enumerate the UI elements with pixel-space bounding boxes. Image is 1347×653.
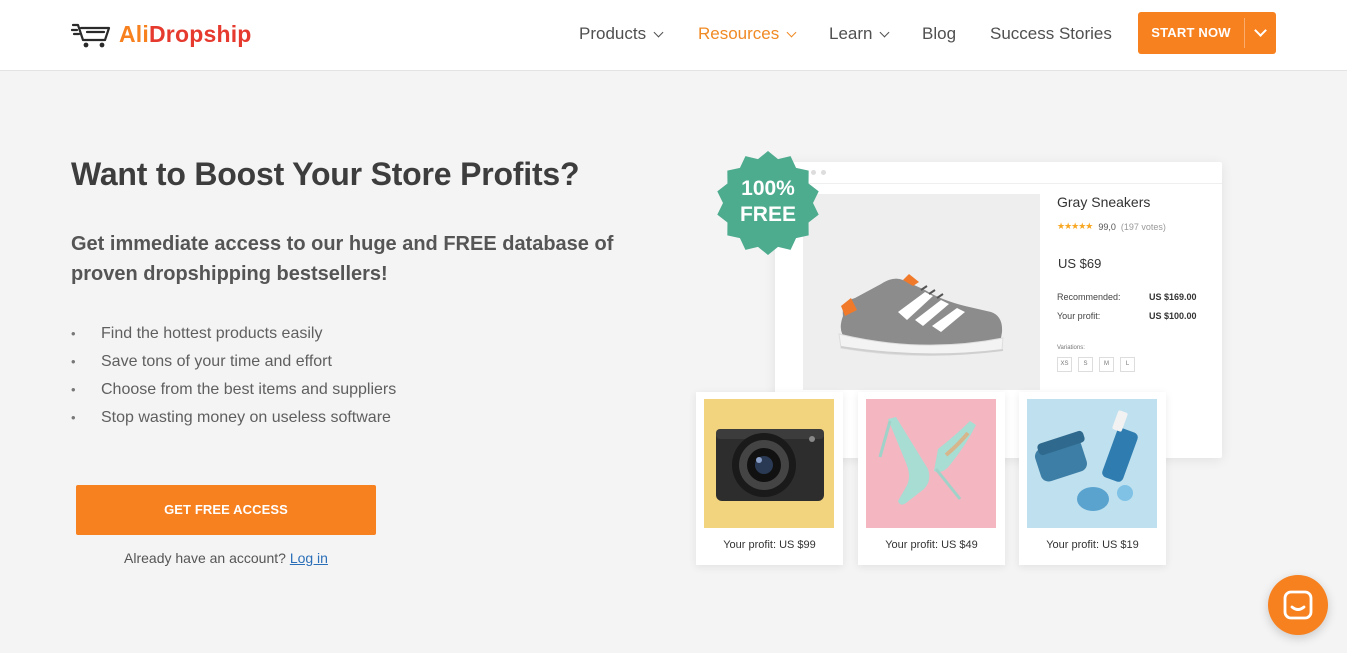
list-item: Find the hottest products easily [71,320,396,348]
profit-caption: Your profit: US $49 [885,539,978,551]
hero-title: Want to Boost Your Store Profits? [71,156,580,192]
cart-logo-icon [71,23,111,48]
rating-votes: (197 votes) [1120,221,1166,232]
heels-image [866,399,996,528]
list-item: Choose from the best items and suppliers [71,376,396,404]
login-prompt: Already have an account? Log in [76,550,376,566]
nav-blog[interactable]: Blog [922,24,956,44]
nav-success-stories[interactable]: Success Stories [990,24,1112,44]
list-item: Stop wasting money on useless software [71,404,396,432]
chevron-down-icon [653,27,664,37]
logo[interactable]: AliDropship [71,19,252,49]
free-badge-text: 100% FREE [716,176,820,228]
badge-line: 100% [741,177,795,200]
nav-label: Products [579,24,647,43]
nav-learn[interactable]: Learn [829,24,890,44]
start-now-button[interactable]: START NOW [1138,12,1276,54]
profit-value: US $100.00 [1149,311,1197,321]
size-option[interactable]: S [1078,357,1093,372]
start-now-label: START NOW [1151,25,1231,40]
chevron-down-icon [1254,24,1267,37]
product-name: Gray Sneakers [1057,194,1151,210]
chat-button[interactable] [1268,575,1328,635]
size-option[interactable]: XS [1057,357,1072,372]
nav-label: Blog [922,24,957,43]
chevron-down-icon [880,27,890,37]
product-price: US $69 [1058,256,1102,271]
badge-line: FREE [739,203,796,226]
product-rating: ★★★★★ 99,0 (197 votes) [1057,221,1166,232]
camera-image [704,399,834,528]
chevron-down-icon [786,27,797,37]
profit-caption: Your profit: US $19 [1046,539,1139,551]
list-item: Save tons of your time and effort [71,348,396,376]
size-option[interactable]: M [1099,357,1114,372]
feature-list: Find the hottest products easily Save to… [71,320,396,432]
window-dot [821,170,826,175]
get-free-access-button[interactable]: GET FREE ACCESS [76,485,376,535]
site-header: AliDropship Products Resources Learn Blo… [0,0,1347,71]
cosmetics-icon [1035,410,1138,511]
nav-label: Learn [829,24,873,43]
recommended-label: Recommended: [1057,292,1121,302]
profit-label: Your profit: [1057,311,1101,321]
camera-icon [716,429,824,501]
nav-products[interactable]: Products [579,24,664,44]
cosmetics-image [1027,399,1157,528]
product-image [803,194,1040,390]
recommended-value: US $169.00 [1149,292,1197,302]
hero-subtitle: Get immediate access to our huge and FRE… [71,233,614,285]
login-prompt-text: Already have an account? [124,550,286,566]
sneaker-icon [838,274,1004,357]
profit-caption: Your profit: US $99 [723,539,816,551]
star-rating-icon: ★★★★★ [1057,221,1093,231]
product-card-cosmetics[interactable]: Your profit: US $19 [1019,392,1166,565]
size-option[interactable]: L [1120,357,1135,372]
chat-icon [1283,590,1313,620]
rating-value: 99,0 [1098,221,1116,232]
login-link[interactable]: Log in [290,550,328,566]
start-now-dropdown[interactable] [1245,12,1276,54]
logo-text: AliDropship [119,20,252,47]
heels-icon [878,417,976,505]
window-topbar [775,162,1222,184]
product-card-camera[interactable]: Your profit: US $99 [696,392,843,565]
nav-resources[interactable]: Resources [698,24,797,44]
variations-label: Variations: [1057,345,1085,351]
size-options: XS S M L [1057,357,1141,372]
nav-label: Resources [698,24,780,43]
product-card-heels[interactable]: Your profit: US $49 [858,392,1005,565]
nav-label: Success Stories [990,24,1112,43]
